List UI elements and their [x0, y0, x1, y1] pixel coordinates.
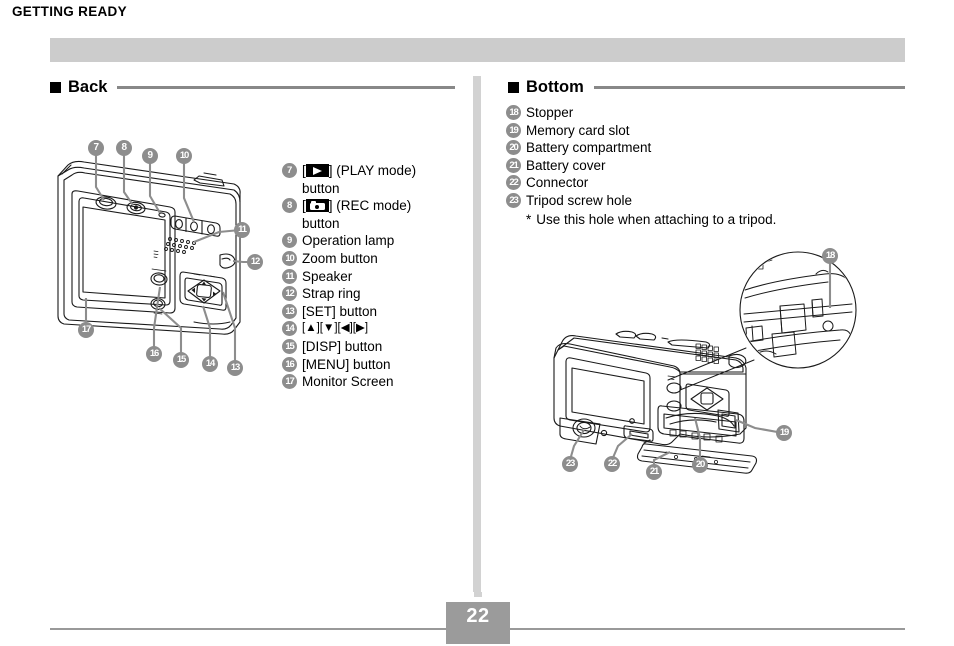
legend-label: Battery compartment — [526, 140, 652, 156]
callout-21: 21 — [646, 464, 662, 480]
legend-label: Strap ring — [302, 286, 361, 302]
legend-label: [] (PLAY mode) — [302, 163, 417, 178]
legend-item: 11 Speaker — [282, 268, 460, 286]
note-text: Use this hole when attaching to a tripod… — [536, 211, 777, 227]
legend-number: 15 — [282, 338, 297, 354]
legend-item: 15 [DISP] button — [282, 338, 460, 356]
rec-mode-icon — [305, 199, 329, 213]
section-heading-bottom: Bottom — [508, 78, 905, 97]
legend-label: Speaker — [302, 268, 353, 284]
callout-11: 11 — [234, 222, 250, 238]
legend-number: 23 — [506, 192, 521, 208]
legend-label: Monitor Screen — [302, 374, 394, 390]
legend-label: Connector — [526, 175, 589, 191]
legend-item: 22 Connector — [506, 174, 906, 192]
column-divider — [473, 76, 481, 592]
callout-16: 16 — [146, 346, 162, 362]
legend-item: 13 [SET] button — [282, 303, 460, 321]
callout-20: 20 — [692, 457, 708, 473]
section-marker-square — [50, 82, 61, 93]
section-title-bottom: Bottom — [526, 78, 584, 96]
legend-item: 21 Battery cover — [506, 157, 906, 175]
legend-number: 9 — [282, 233, 297, 249]
legend-number: 7 — [282, 163, 297, 178]
callout-15: 15 — [173, 352, 189, 368]
legend-label: [SET] button — [302, 303, 378, 319]
legend-label-cont: button — [302, 180, 340, 196]
page-tick-mark — [474, 592, 482, 597]
legend-list-back: 7 [] (PLAY mode) button 8 [] (REC mode) … — [282, 162, 460, 391]
camera-bottom-illustration: 18 19 20 21 22 23 — [540, 238, 885, 493]
legend-item-cont: button — [282, 180, 460, 198]
section-rule — [593, 86, 905, 89]
callout-12: 12 — [247, 254, 263, 270]
camera-back-illustration: 7 8 9 10 11 12 17 16 15 14 13 — [44, 132, 284, 382]
page-number: 22 — [466, 605, 490, 627]
legend-item: 23 Tripod screw hole — [506, 192, 906, 210]
legend-item: 20 Battery compartment — [506, 139, 906, 157]
play-mode-icon — [305, 164, 329, 177]
callout-9: 9 — [142, 148, 158, 164]
section-rule — [117, 86, 455, 89]
legend-note: * Use this hole when attaching to a trip… — [526, 211, 906, 229]
legend-number: 21 — [506, 157, 521, 173]
legend-label: Zoom button — [302, 250, 378, 266]
legend-number: 10 — [282, 250, 297, 266]
legend-number: 8 — [282, 198, 297, 214]
callout-13: 13 — [227, 360, 243, 376]
legend-label: [▲][▼][◀][▶] — [302, 322, 369, 335]
running-header-bar — [50, 38, 905, 62]
legend-label-cont: button — [302, 215, 340, 231]
legend-number: 16 — [282, 356, 297, 372]
legend-item: 8 [] (REC mode) — [282, 197, 460, 215]
legend-item: 14 [▲][▼][◀][▶] — [282, 320, 460, 338]
legend-label: [DISP] button — [302, 338, 383, 354]
legend-label: Operation lamp — [302, 233, 395, 249]
section-heading-back: Back — [50, 78, 455, 97]
legend-item: 7 [] (PLAY mode) — [282, 162, 460, 180]
legend-item-cont: button — [282, 215, 460, 233]
legend-item: 10 Zoom button — [282, 250, 460, 268]
legend-item: 17 Monitor Screen — [282, 373, 460, 391]
legend-label: [MENU] button — [302, 356, 391, 372]
legend-label: [] (REC mode) — [302, 198, 412, 214]
legend-number: 22 — [506, 175, 521, 191]
callout-8: 8 — [116, 140, 132, 156]
legend-item: 16 [MENU] button — [282, 356, 460, 374]
callout-10: 10 — [176, 148, 192, 164]
legend-label: Memory card slot — [526, 122, 630, 138]
legend-item: 19 Memory card slot — [506, 122, 906, 140]
legend-label: Tripod screw hole — [526, 192, 633, 208]
legend-label: Stopper — [526, 105, 574, 120]
legend-number: 14 — [282, 321, 297, 337]
note-marker: * — [526, 211, 532, 227]
legend-label: Battery cover — [526, 157, 606, 173]
legend-number: 12 — [282, 286, 297, 302]
callout-18: 18 — [822, 248, 838, 264]
callout-22: 22 — [604, 456, 620, 472]
legend-item: 18 Stopper — [506, 104, 906, 122]
legend-number: 17 — [282, 374, 297, 390]
legend-number: 20 — [506, 140, 521, 156]
legend-number: 11 — [282, 268, 297, 284]
legend-item: 12 Strap ring — [282, 285, 460, 303]
section-marker-square — [508, 82, 519, 93]
running-header-title: GETTING READY — [12, 4, 127, 19]
legend-number: 18 — [506, 105, 521, 120]
callout-14: 14 — [202, 356, 218, 372]
callout-23: 23 — [562, 456, 578, 472]
callout-19: 19 — [776, 425, 792, 441]
legend-list-bottom: 18 Stopper 19 Memory card slot 20 Batter… — [506, 104, 906, 228]
manual-page: GETTING READY Back 7 8 9 10 11 12 17 16 … — [0, 0, 954, 646]
legend-number: 19 — [506, 122, 521, 138]
legend-number: 13 — [282, 303, 297, 319]
callout-7: 7 — [88, 140, 104, 156]
legend-item: 9 Operation lamp — [282, 232, 460, 250]
section-title-back: Back — [68, 78, 108, 96]
callout-17: 17 — [78, 322, 94, 338]
